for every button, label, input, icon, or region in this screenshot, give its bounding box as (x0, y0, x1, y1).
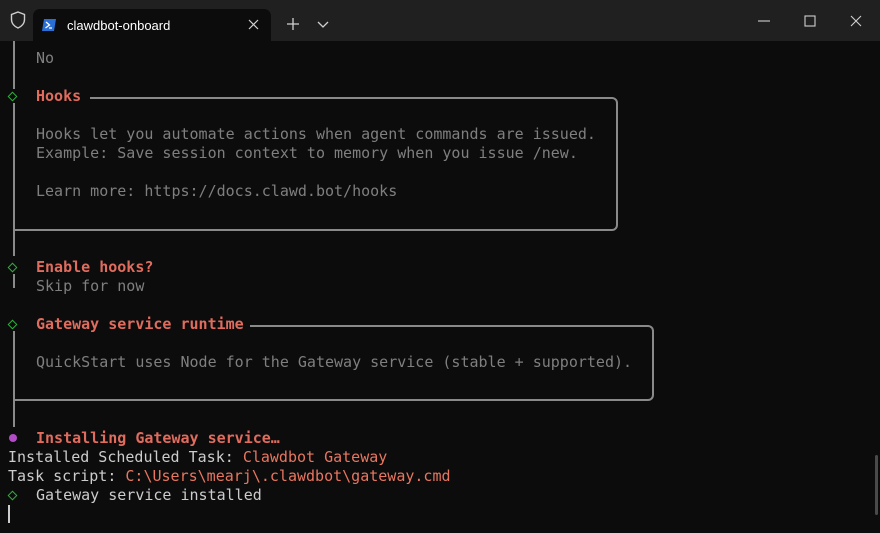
spinner-icon (9, 434, 17, 442)
task-script-path: C:\Users\mearj\.clawdbot\gateway.cmd (125, 467, 451, 485)
hooks-line-2: Example: Save session context to memory … (36, 144, 578, 162)
diamond-icon (7, 262, 18, 273)
rail-line (13, 103, 15, 256)
hooks-line-1: Hooks let you automate actions when agen… (36, 125, 596, 143)
hooks-learn-more[interactable]: Learn more: https://docs.clawd.bot/hooks (36, 182, 397, 201)
installed-task-name: Clawdbot Gateway (242, 448, 388, 466)
installing-status: Installing Gateway service… (36, 429, 280, 447)
box-border (90, 97, 610, 99)
minimize-icon[interactable] (755, 12, 773, 30)
powershell-icon (42, 19, 56, 31)
rail-line (13, 41, 15, 89)
diamond-icon (7, 91, 18, 102)
scrollbar[interactable] (875, 455, 878, 515)
box-border (250, 325, 610, 327)
diamond-icon (7, 490, 18, 501)
tab-clawdbot-onboard[interactable]: clawdbot-onboard (33, 9, 271, 41)
terminal-output[interactable]: No Hooks Hooks let you automate actions … (0, 41, 880, 533)
task-script-line: Task script: C:\Users\mearj\.clawdbot\ga… (8, 467, 451, 486)
text-cursor (8, 505, 10, 523)
previous-answer: No (36, 49, 55, 67)
installed-task-label: Installed Scheduled Task: (8, 448, 243, 466)
maximize-icon[interactable] (801, 12, 819, 30)
rail-line (13, 331, 15, 427)
enable-hooks-answer: Skip for now (36, 277, 145, 295)
shield-icon[interactable] (8, 10, 28, 30)
hooks-heading: Hooks (36, 87, 82, 105)
task-script-label: Task script: (8, 467, 126, 485)
plus-icon[interactable] (284, 15, 302, 33)
enable-hooks-question: Enable hooks? (36, 258, 154, 276)
rail-line (13, 274, 15, 288)
installed-task-line: Installed Scheduled Task: Clawdbot Gatew… (8, 448, 387, 467)
close-icon[interactable] (847, 12, 865, 30)
gateway-runtime-heading: Gateway service runtime (36, 315, 244, 333)
diamond-icon (7, 319, 18, 330)
box-border (14, 229, 564, 231)
chevron-down-icon[interactable] (315, 16, 331, 32)
gateway-runtime-line: QuickStart uses Node for the Gateway ser… (36, 353, 633, 371)
title-bar: clawdbot-onboard (0, 0, 880, 41)
box-border (14, 399, 604, 401)
hooks-box (560, 97, 618, 231)
close-icon[interactable] (248, 19, 259, 30)
tab-title: clawdbot-onboard (67, 18, 171, 33)
gateway-installed-message: Gateway service installed (36, 486, 262, 504)
